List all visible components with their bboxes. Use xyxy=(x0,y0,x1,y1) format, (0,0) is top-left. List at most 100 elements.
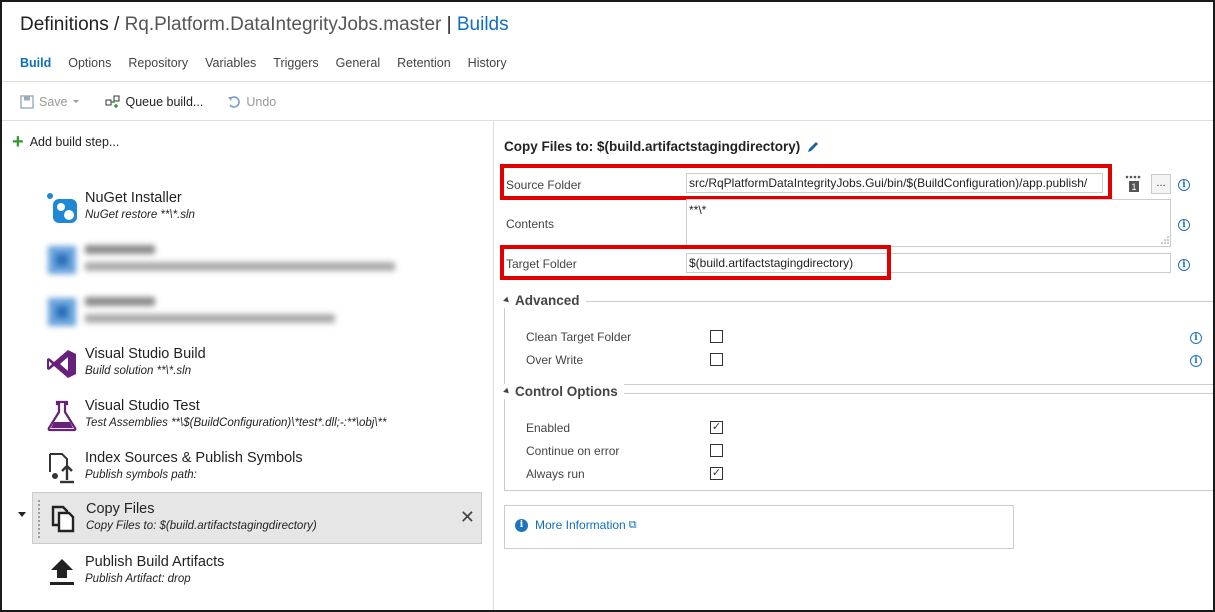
selected-step-caret xyxy=(18,512,26,517)
task-settings-panel: Copy Files to: $(build.artifactstagingdi… xyxy=(494,121,1213,610)
tab-variables[interactable]: Variables xyxy=(205,56,256,73)
build-step-nuget-installer[interactable]: NuGet Installer NuGet restore **\*.sln xyxy=(32,182,482,234)
add-build-step-button[interactable]: + Add build step... xyxy=(12,131,120,153)
clean-target-folder-info-icon[interactable]: i xyxy=(1190,332,1202,344)
definition-name: Rq.Platform.DataIntegrityJobs.master xyxy=(124,14,442,35)
advanced-title: Advanced xyxy=(515,293,580,308)
tab-build[interactable]: Build xyxy=(20,56,51,73)
build-step-redacted-1[interactable] xyxy=(32,234,482,286)
tab-general[interactable]: General xyxy=(336,56,380,73)
resize-grip-icon[interactable] xyxy=(1161,236,1169,244)
tab-triggers[interactable]: Triggers xyxy=(273,56,318,73)
control-options-section-header[interactable]: Control Options xyxy=(503,384,624,399)
build-step-index-sources[interactable]: Index Sources & Publish Symbols Publish … xyxy=(32,442,482,494)
add-build-step-label: Add build step... xyxy=(29,135,120,149)
copy-files-icon xyxy=(47,503,79,535)
save-label: Save xyxy=(39,95,68,109)
tab-retention[interactable]: Retention xyxy=(397,56,451,73)
contents-label: Contents xyxy=(506,217,555,231)
redacted-icon xyxy=(46,244,78,276)
queue-build-icon xyxy=(105,95,119,108)
contents-textarea[interactable]: **\* xyxy=(686,199,1171,247)
toolbar: Save Queue build... Undo xyxy=(20,92,300,112)
breadcrumb-separator: / xyxy=(114,14,120,35)
continue-on-error-checkbox[interactable] xyxy=(710,444,723,457)
build-step-redacted-2[interactable] xyxy=(32,286,482,338)
save-icon xyxy=(20,95,34,109)
step-description: Test Assemblies **\$(BuildConfiguration)… xyxy=(85,417,387,429)
title-pipe: | xyxy=(446,14,452,35)
external-link-icon: ⧉ xyxy=(628,518,637,531)
build-step-copy-files[interactable]: Copy Files Copy Files to: $(build.artifa… xyxy=(32,492,482,544)
variables-picker-icon: 1 xyxy=(1125,175,1141,192)
step-description: Publish symbols path: xyxy=(85,469,197,481)
target-folder-highlight xyxy=(500,245,891,280)
always-run-checkbox[interactable]: ✓ xyxy=(710,467,723,480)
tab-options[interactable]: Options xyxy=(68,56,111,73)
queue-build-label: Queue build... xyxy=(125,95,204,109)
redacted-step-name xyxy=(85,245,155,254)
enabled-checkbox[interactable]: ✓ xyxy=(710,421,723,434)
tab-repository[interactable]: Repository xyxy=(128,56,188,73)
pencil-icon[interactable] xyxy=(806,140,820,154)
step-name: Publish Build Artifacts xyxy=(85,554,225,570)
source-folder-highlight xyxy=(500,164,1112,200)
variables-picker-button[interactable]: 1 xyxy=(1121,174,1145,194)
over-write-label: Over Write xyxy=(526,353,584,367)
upload-icon xyxy=(46,556,78,588)
over-write-info-icon[interactable]: i xyxy=(1190,355,1202,367)
enabled-label: Enabled xyxy=(526,421,571,435)
step-description: NuGet restore **\*.sln xyxy=(85,209,195,221)
over-write-checkbox[interactable] xyxy=(710,353,723,366)
step-description: Build solution **\*.sln xyxy=(85,365,192,377)
contents-info-icon[interactable]: i xyxy=(1178,219,1190,231)
step-name: Copy Files xyxy=(86,501,155,517)
always-run-label: Always run xyxy=(526,467,585,481)
source-folder-info-icon[interactable]: i xyxy=(1178,179,1190,191)
step-name: NuGet Installer xyxy=(85,190,182,206)
control-options-title: Control Options xyxy=(515,384,618,399)
definition-tabs: Build Options Repository Variables Trigg… xyxy=(20,56,524,73)
task-title: Copy Files to: $(build.artifactstagingdi… xyxy=(504,139,820,154)
redacted-step-description xyxy=(85,262,395,271)
flask-icon xyxy=(46,400,78,432)
more-information-box: i More Information ⧉ xyxy=(504,505,1014,549)
tabs-divider xyxy=(2,81,1213,82)
publish-symbols-icon xyxy=(46,452,78,484)
visual-studio-icon xyxy=(46,348,78,380)
step-description: Publish Artifact: drop xyxy=(85,573,191,585)
info-icon: i xyxy=(515,518,528,532)
step-description: Copy Files to: $(build.artifactstagingdi… xyxy=(86,520,317,532)
remove-step-close-icon[interactable]: ✕ xyxy=(460,507,475,528)
step-name: Visual Studio Test xyxy=(85,398,200,414)
build-step-visual-studio-test[interactable]: Visual Studio Test Test Assemblies **\$(… xyxy=(32,390,482,442)
browse-button[interactable]: ... xyxy=(1151,174,1171,194)
build-step-publish-artifacts[interactable]: Publish Build Artifacts Publish Artifact… xyxy=(32,546,482,598)
advanced-section-header[interactable]: Advanced xyxy=(503,293,586,308)
redacted-icon xyxy=(46,296,78,328)
clean-target-folder-checkbox[interactable] xyxy=(710,330,723,343)
more-information-link[interactable]: i More Information ⧉ xyxy=(515,518,637,532)
target-folder-info-icon[interactable]: i xyxy=(1178,259,1190,271)
control-options-section xyxy=(504,393,1213,491)
collapse-triangle-icon xyxy=(503,296,511,305)
undo-icon xyxy=(228,96,241,108)
drag-handle[interactable] xyxy=(37,499,41,539)
save-button[interactable]: Save xyxy=(20,95,81,109)
queue-build-button[interactable]: Queue build... xyxy=(105,95,204,109)
undo-label: Undo xyxy=(246,95,277,109)
step-name: Visual Studio Build xyxy=(85,346,206,362)
nuget-icon xyxy=(46,192,78,224)
continue-on-error-label: Continue on error xyxy=(526,444,620,458)
plus-icon: + xyxy=(12,131,24,153)
build-step-visual-studio-build[interactable]: Visual Studio Build Build solution **\*.… xyxy=(32,338,482,390)
svg-text:1: 1 xyxy=(1131,182,1136,192)
build-steps-panel: + Add build step... NuGet Installer NuGe… xyxy=(2,121,493,610)
breadcrumb-definitions[interactable]: Definitions xyxy=(20,14,109,35)
chevron-down-icon xyxy=(72,100,79,103)
step-name: Index Sources & Publish Symbols xyxy=(85,450,303,466)
tab-history[interactable]: History xyxy=(468,56,507,73)
build-definition-window: Definitions / Rq.Platform.DataIntegrityJ… xyxy=(0,0,1215,612)
undo-button[interactable]: Undo xyxy=(227,95,276,109)
builds-link[interactable]: Builds xyxy=(457,14,509,35)
